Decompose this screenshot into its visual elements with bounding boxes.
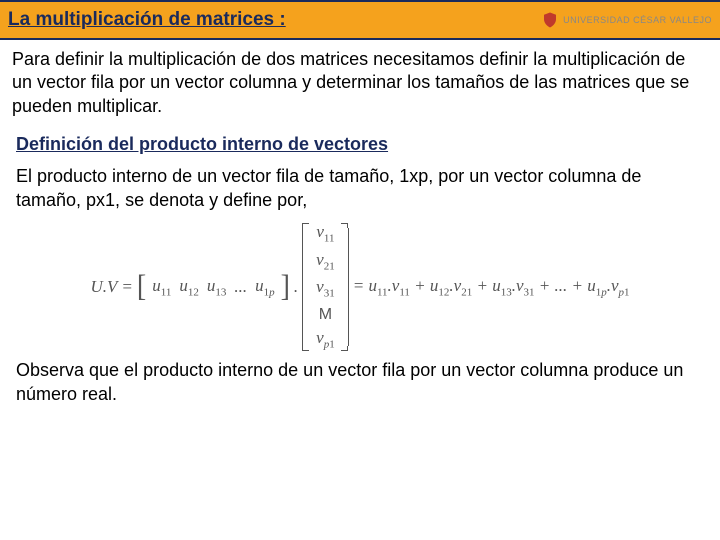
tall-right-bracket-icon: [341, 223, 349, 351]
slide-content: Para definir la multiplicación de dos ma…: [0, 40, 720, 406]
shield-icon: [541, 11, 559, 29]
slide-title: La multiplicación de matrices :: [8, 9, 286, 31]
definition-text: El producto interno de un vector fila de…: [16, 165, 704, 212]
row-vector: u11 u12 u13 ... u1p: [150, 276, 276, 298]
logo-text: UNIVERSIDAD CÉSAR VALLEJO: [563, 15, 712, 25]
tall-left-bracket-icon: [302, 223, 310, 351]
formula-lhs: U.V: [91, 277, 118, 297]
col-entry-ellipsis: M: [319, 305, 332, 324]
col-entry: v31: [316, 277, 335, 301]
equals-sign: =: [121, 277, 132, 297]
university-logo: UNIVERSIDAD CÉSAR VALLEJO: [541, 11, 712, 29]
left-bracket-icon: [: [137, 271, 146, 302]
col-entry: v21: [316, 250, 335, 274]
col-entry: vp1: [316, 328, 335, 352]
dot-operator: .: [294, 277, 298, 297]
row-entry: ...: [234, 277, 247, 297]
row-entry: u11: [152, 276, 171, 298]
section-subheading: Definición del producto interno de vecto…: [16, 134, 708, 155]
col-entry: v11: [316, 222, 334, 246]
row-entry: u12: [179, 276, 199, 298]
formula-rhs: = u11.v11 + u12.v21 + u13.v31 + ... + u1…: [353, 276, 630, 298]
column-vector-wrap: v11 v21 v31 M vp1: [302, 218, 349, 356]
matrix-formula: U.V = [ u11 u12 u13 ... u1p ] . v11 v21 …: [91, 218, 630, 356]
closing-text: Observa que el producto interno de un ve…: [16, 359, 704, 406]
slide-header: La multiplicación de matrices : UNIVERSI…: [0, 0, 720, 40]
formula-container: U.V = [ u11 u12 u13 ... u1p ] . v11 v21 …: [12, 218, 708, 356]
row-entry: u13: [207, 276, 227, 298]
right-bracket-icon: ]: [281, 271, 290, 302]
intro-paragraph: Para definir la multiplicación de dos ma…: [12, 48, 708, 118]
column-vector: v11 v21 v31 M vp1: [310, 218, 341, 356]
row-entry: u1p: [255, 276, 275, 298]
